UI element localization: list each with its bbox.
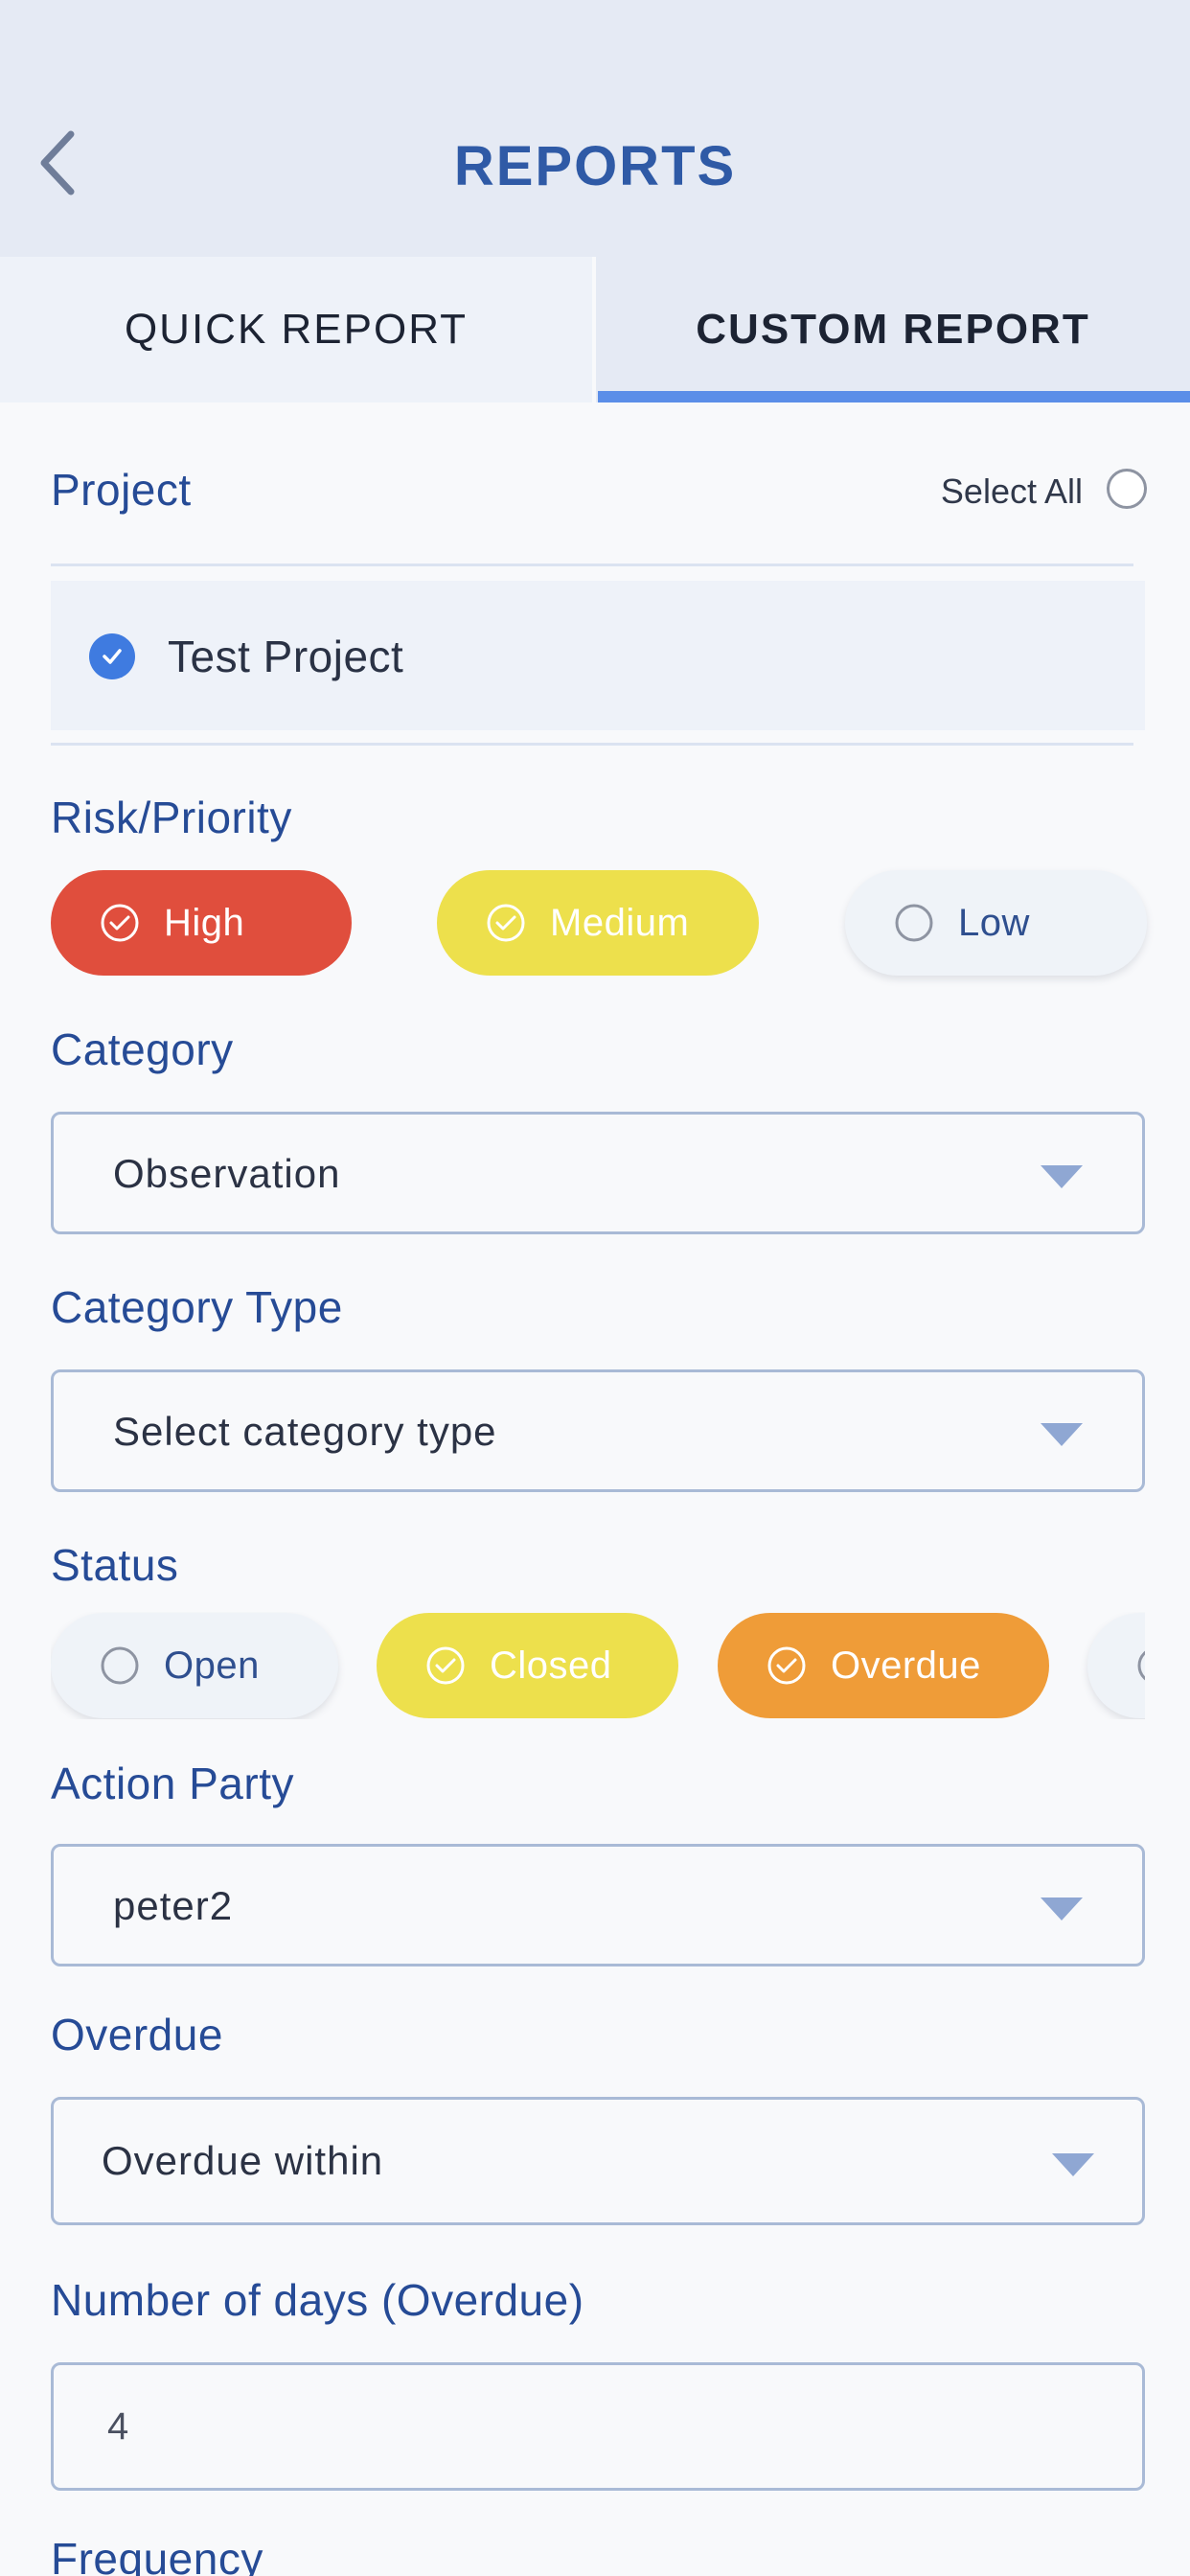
risk-priority-label: Risk/Priority — [51, 793, 292, 842]
tab-quick-report[interactable]: QUICK REPORT — [0, 257, 592, 402]
project-item-test-project[interactable]: Test Project — [51, 581, 1145, 730]
risk-chip-low[interactable]: Low — [845, 870, 1147, 976]
status-chip-label: Open — [164, 1644, 260, 1687]
category-dropdown[interactable]: Observation — [51, 1112, 1145, 1234]
check-circle-icon — [487, 904, 525, 942]
active-tab-indicator — [598, 391, 1190, 402]
status-chip-partial[interactable] — [1087, 1613, 1145, 1718]
caret-down-icon — [1052, 2153, 1094, 2176]
category-type-label: Category Type — [51, 1282, 343, 1332]
empty-circle-icon — [895, 904, 933, 942]
status-chip-label: Overdue — [831, 1644, 981, 1687]
status-chip-closed[interactable]: Closed — [377, 1613, 678, 1718]
project-name: Test Project — [168, 632, 404, 681]
action-party-value: peter2 — [113, 1883, 234, 1928]
checked-circle-icon — [89, 633, 135, 679]
action-party-label: Action Party — [51, 1759, 294, 1808]
project-label: Project — [51, 465, 192, 515]
overdue-dropdown[interactable]: Overdue within — [51, 2097, 1145, 2225]
check-circle-icon — [101, 904, 139, 942]
divider — [51, 743, 1133, 746]
risk-chip-label: Medium — [550, 901, 690, 944]
status-chip-row[interactable]: Open Closed Overdue — [51, 1612, 1145, 1719]
status-chip-open[interactable]: Open — [51, 1613, 338, 1718]
caret-down-icon — [1041, 1423, 1083, 1446]
select-all-radio[interactable] — [1107, 469, 1147, 509]
caret-down-icon — [1041, 1165, 1083, 1188]
status-chip-overdue[interactable]: Overdue — [718, 1613, 1049, 1718]
overdue-days-input[interactable] — [51, 2362, 1145, 2491]
empty-circle-icon — [1137, 1650, 1145, 1681]
category-type-dropdown[interactable]: Select category type — [51, 1369, 1145, 1492]
app-header: REPORTS — [0, 0, 1190, 257]
select-all-label: Select All — [940, 472, 1083, 511]
status-label: Status — [51, 1540, 179, 1590]
status-chip-label: Closed — [490, 1644, 612, 1687]
category-label: Category — [51, 1024, 234, 1074]
action-party-dropdown[interactable]: peter2 — [51, 1844, 1145, 1966]
overdue-days-label: Number of days (Overdue) — [51, 2275, 584, 2325]
empty-circle-icon — [101, 1646, 139, 1685]
check-circle-icon — [767, 1646, 806, 1685]
overdue-value: Overdue within — [102, 2138, 384, 2183]
frequency-label: Frequency — [51, 2534, 263, 2576]
category-type-value: Select category type — [113, 1409, 497, 1454]
page-title: REPORTS — [453, 135, 737, 197]
overdue-label: Overdue — [51, 2010, 223, 2059]
tab-custom-report[interactable]: CUSTOM REPORT — [596, 257, 1190, 402]
risk-chip-label: Low — [958, 901, 1030, 944]
category-value: Observation — [113, 1151, 341, 1196]
caret-down-icon — [1041, 1898, 1083, 1920]
divider — [51, 564, 1133, 566]
risk-chip-label: High — [164, 901, 245, 944]
check-circle-icon — [426, 1646, 465, 1685]
risk-chip-medium[interactable]: Medium — [437, 870, 759, 976]
report-tabs: QUICK REPORT CUSTOM REPORT — [0, 257, 1190, 402]
risk-chip-high[interactable]: High — [51, 870, 352, 976]
